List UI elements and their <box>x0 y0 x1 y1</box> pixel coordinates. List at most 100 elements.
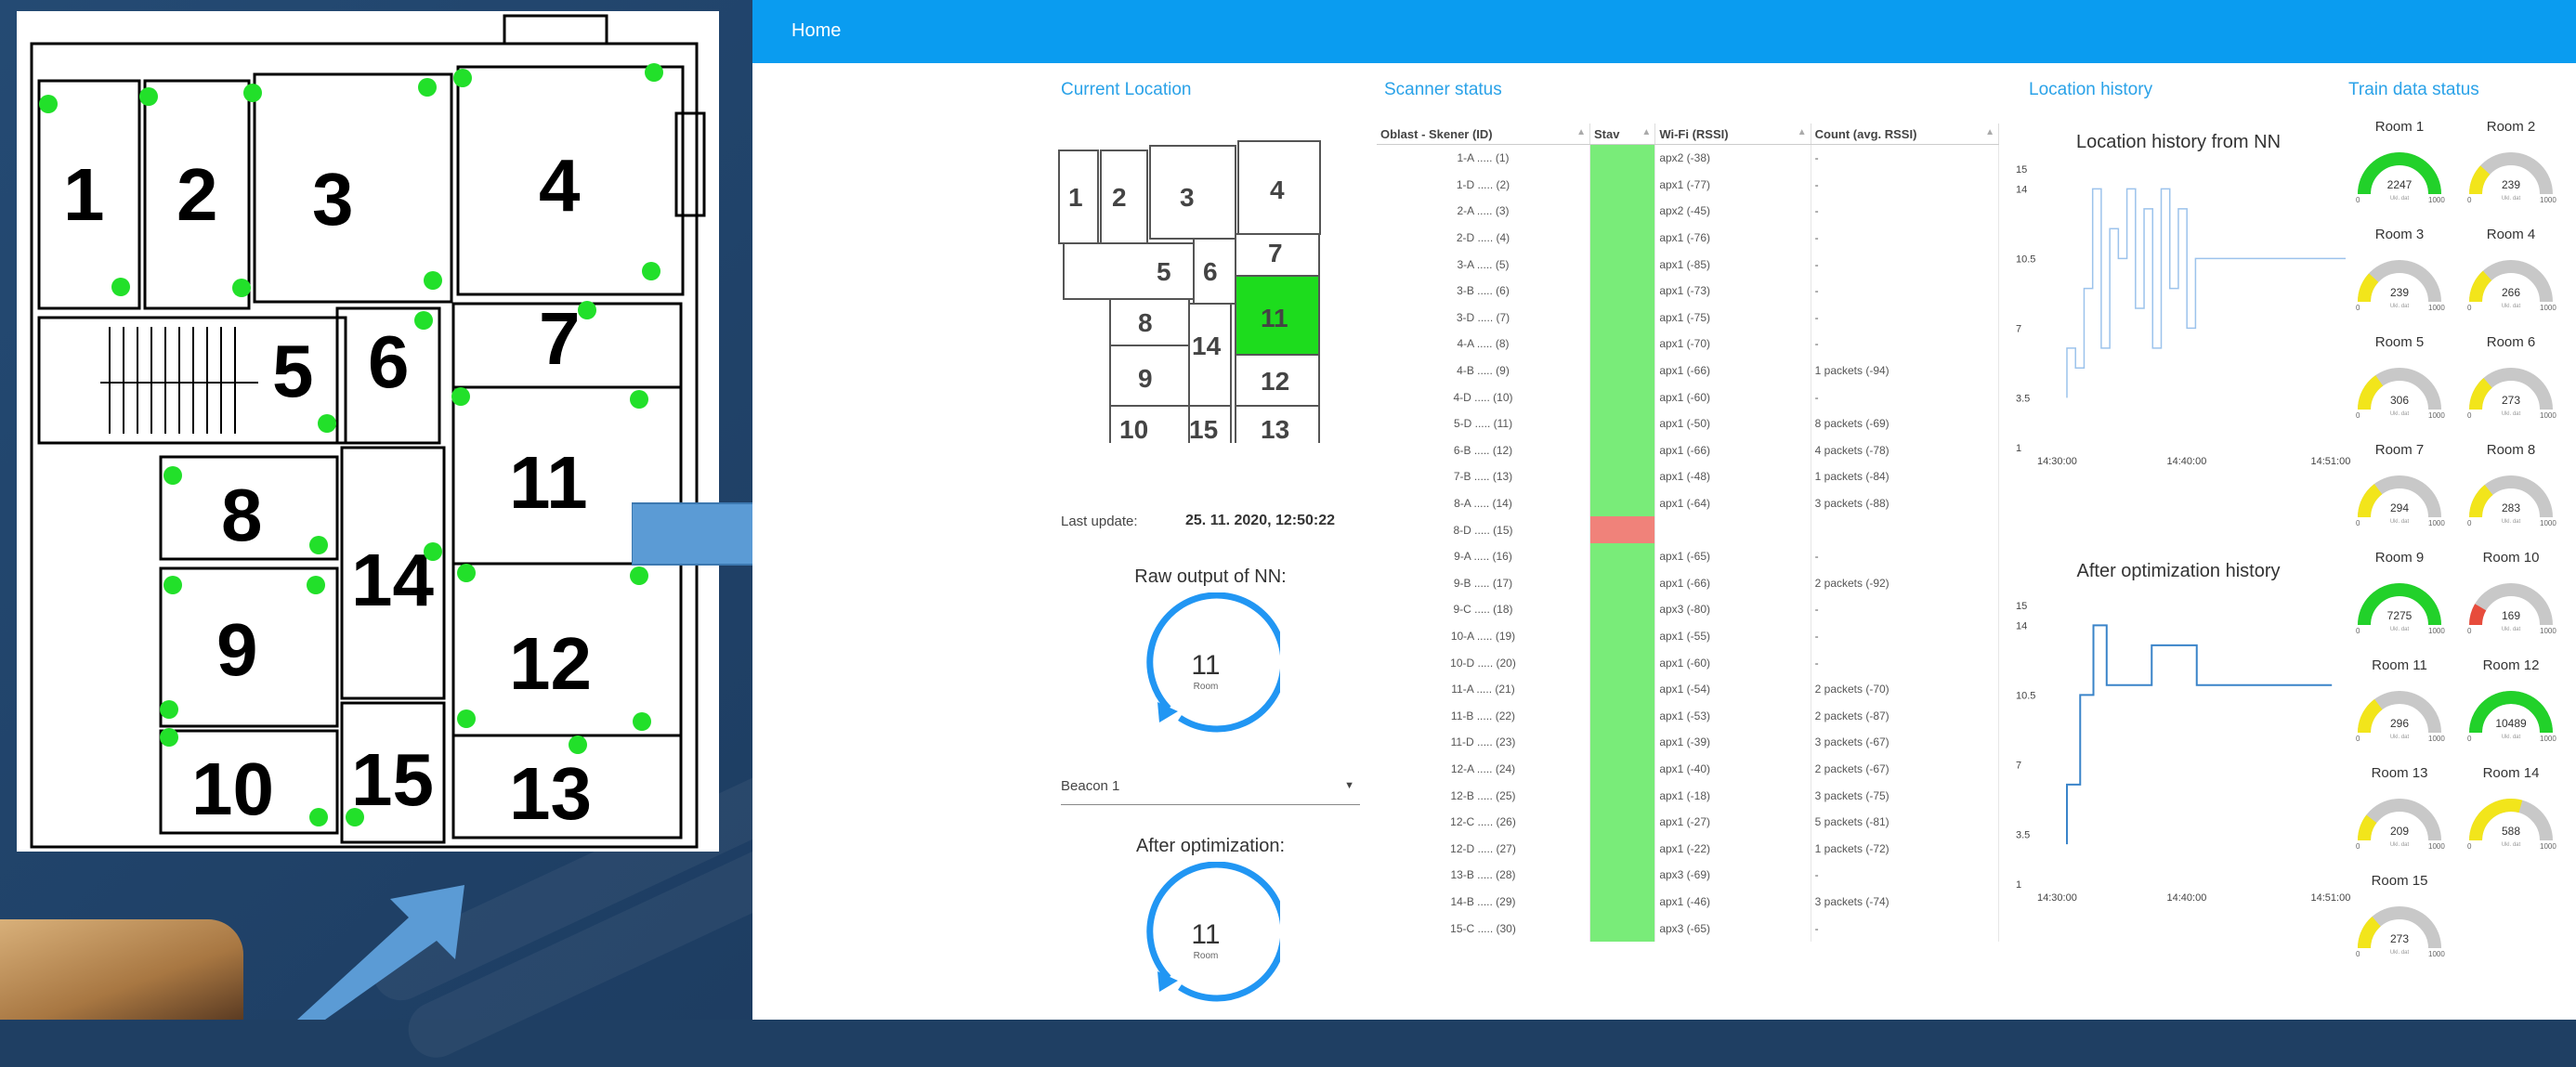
scanner-state <box>1589 331 1656 358</box>
scanner-count: - <box>1811 915 2000 942</box>
gauge-unit: Ukl. dat <box>2501 411 2521 417</box>
sort-icon: ▲ <box>1641 126 1652 137</box>
scanner-count: 1 packets (-94) <box>1811 357 2000 384</box>
gauge-max: 1000 <box>2540 411 2556 420</box>
scanner-wifi: apx1 (-76) <box>1654 224 1811 252</box>
scanner-id: 4-D ..... (10) <box>1377 384 1590 410</box>
room-label: 7 <box>539 297 581 380</box>
mini-floor-plan: 1 2 3 4 5 6 7 8 9 11 14 12 10 15 13 <box>1054 123 1324 443</box>
scanner-wifi: apx1 (-65) <box>1654 542 1811 570</box>
table-row: 11-B ..... (22) apx1 (-53) 2 packets (-87) <box>1377 702 2000 730</box>
table-row: 1-D ..... (2) apx1 (-77) - <box>1377 171 2000 199</box>
current-location-title: Current Location <box>1061 80 1192 99</box>
gauge-unit: Ukl. dat <box>2501 627 2521 632</box>
scanner-count: 3 packets (-74) <box>1811 888 2000 916</box>
scanner-count: 2 packets (-92) <box>1811 569 2000 597</box>
y-tick-label: 7 <box>2016 323 2021 334</box>
scanner-wifi: apx1 (-66) <box>1654 436 1811 464</box>
mini-room-label: 6 <box>1203 257 1218 286</box>
gauge: 588 0 Ukl. dat 1000 <box>2460 789 2562 854</box>
scanner-count: 1 packets (-84) <box>1811 463 2000 490</box>
gauge-value: 169 <box>2501 609 2521 622</box>
gauge: 2247 0 Ukl. dat 1000 <box>2348 143 2451 208</box>
gauge: 209 0 Ukl. dat 1000 <box>2348 789 2451 854</box>
column-header[interactable]: Oblast - Skener (ID) ▲ <box>1377 124 1590 145</box>
gauge-max: 1000 <box>2428 196 2445 204</box>
room-label: 10 <box>191 748 274 830</box>
gauge-min: 0 <box>2467 519 2472 527</box>
scanner-state <box>1589 542 1656 570</box>
gauge-min: 0 <box>2467 735 2472 743</box>
scanner-state <box>1589 489 1656 517</box>
gauge: 239 0 Ukl. dat 1000 <box>2460 143 2562 208</box>
x-tick-label: 14:40:00 <box>2167 456 2207 467</box>
scanner-count: - <box>1811 596 2000 623</box>
gauge: 306 0 Ukl. dat 1000 <box>2348 358 2451 423</box>
gauge-label: Room 2 <box>2486 119 2536 135</box>
column-header[interactable]: Wi-Fi (RSSI) ▲ <box>1654 124 1811 145</box>
scanner-state <box>1589 755 1656 783</box>
mini-room-label: 11 <box>1261 304 1288 332</box>
scanner-wifi: apx1 (-55) <box>1654 622 1811 650</box>
y-tick-label: 1 <box>2016 879 2021 891</box>
scanner-count: - <box>1811 251 2000 278</box>
column-header[interactable]: Stav ▲ <box>1589 124 1656 145</box>
room-label: 13 <box>509 752 592 835</box>
gauge-max: 1000 <box>2428 735 2445 743</box>
scanner-state <box>1589 357 1656 384</box>
beacon-select[interactable]: Beacon 1 ▼ <box>1061 778 1360 805</box>
gauge-label: Room 5 <box>2374 334 2425 350</box>
scanner-wifi: apx1 (-53) <box>1654 702 1811 730</box>
mini-room-label: 15 <box>1189 415 1218 443</box>
table-row: 4-D ..... (10) apx1 (-60) - <box>1377 384 2000 410</box>
scanner-state <box>1589 251 1656 278</box>
mini-room-label: 4 <box>1270 176 1285 204</box>
scanner-id: 3-A ..... (5) <box>1377 251 1590 278</box>
gauge-value: 306 <box>2389 394 2410 407</box>
scanner-wifi: apx1 (-50) <box>1654 410 1811 437</box>
table-row: 3-B ..... (6) apx1 (-73) - <box>1377 277 2000 305</box>
after-optimization-value: 11 <box>1191 919 1221 950</box>
scanner-state <box>1589 915 1656 942</box>
gauge-label: Room 13 <box>2371 765 2428 781</box>
scanner-id: 12-A ..... (24) <box>1377 755 1590 783</box>
y-tick-label: 10.5 <box>2016 690 2035 701</box>
scanner-id: 12-D ..... (27) <box>1377 835 1590 863</box>
scanner-wifi: apx3 (-65) <box>1654 915 1811 942</box>
room-label: 14 <box>351 539 434 621</box>
table-row: 6-B ..... (12) apx1 (-66) 4 packets (-78) <box>1377 436 2000 464</box>
scanner-count: - <box>1811 144 2000 172</box>
scanner-state <box>1589 675 1656 703</box>
scanner-wifi: apx1 (-60) <box>1654 649 1811 676</box>
scanner-wifi: apx1 (-73) <box>1654 277 1811 305</box>
scanner-state <box>1589 144 1656 172</box>
scanner-id: 2-A ..... (3) <box>1377 198 1590 225</box>
gauge-max: 1000 <box>2428 842 2445 851</box>
gauge: 239 0 Ukl. dat 1000 <box>2348 251 2451 316</box>
gauge-value: 273 <box>2501 394 2521 407</box>
home-link[interactable]: Home <box>791 20 841 42</box>
mini-room-label: 14 <box>1192 332 1222 360</box>
gauge-unit: Ukl. dat <box>2501 519 2521 525</box>
room-label: 8 <box>221 474 263 556</box>
y-tick-label: 3.5 <box>2016 393 2030 404</box>
gauge-label: Room 1 <box>2374 119 2425 135</box>
column-header[interactable]: Count (avg. RSSI) ▲ <box>1811 124 2000 145</box>
after-optimization-unit: Room <box>1193 951 1219 961</box>
gauge-min: 0 <box>2467 304 2472 312</box>
scanner-id: 7-B ..... (13) <box>1377 463 1590 490</box>
y-tick-label: 15 <box>2016 164 2027 176</box>
gauge-min: 0 <box>2467 411 2472 420</box>
scanner-count: 2 packets (-67) <box>1811 755 2000 783</box>
scanner-id: 1-A ..... (1) <box>1377 144 1590 172</box>
gauge-value: 296 <box>2389 717 2410 730</box>
scanner-state <box>1589 304 1656 332</box>
scanner-count: - <box>1811 277 2000 305</box>
gauge-label: Room 8 <box>2486 442 2536 458</box>
gauge-unit: Ukl. dat <box>2501 304 2521 309</box>
gauge-value: 283 <box>2501 501 2521 514</box>
scanner-id: 6-B ..... (12) <box>1377 436 1590 464</box>
gauge-max: 1000 <box>2540 627 2556 635</box>
raw-output-label: Raw output of NN: <box>1134 566 1287 587</box>
after-optimization-label: After optimization: <box>1135 836 1286 856</box>
